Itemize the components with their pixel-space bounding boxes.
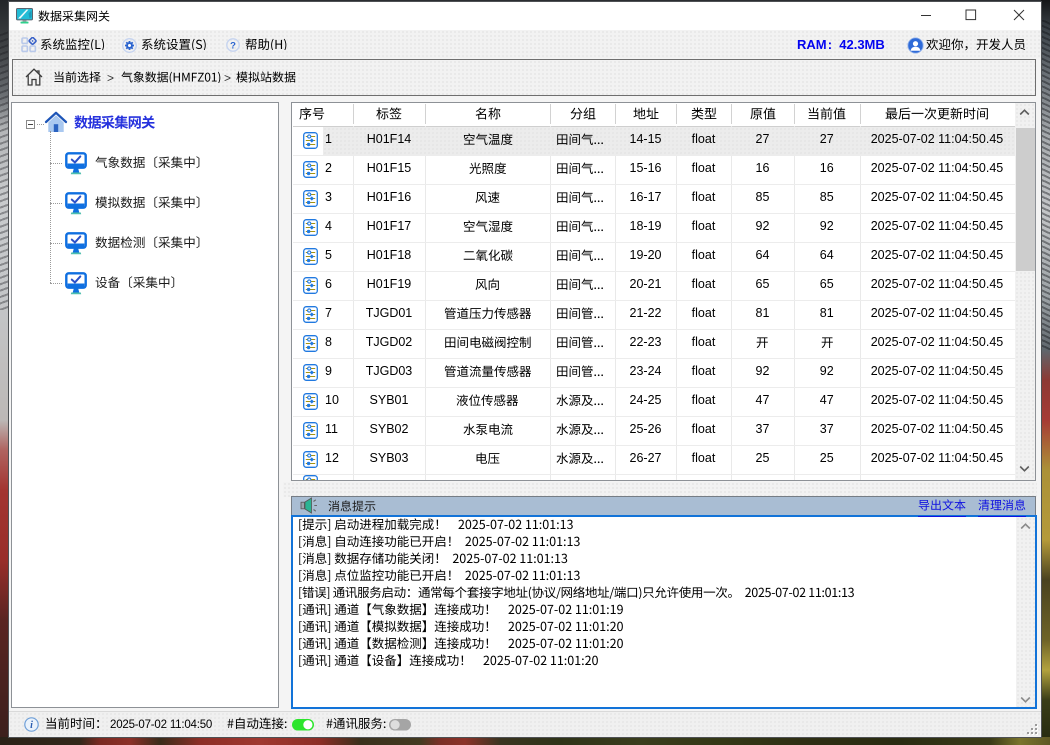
svg-text:?: ? [230,40,236,51]
svg-text:i: i [30,720,33,731]
